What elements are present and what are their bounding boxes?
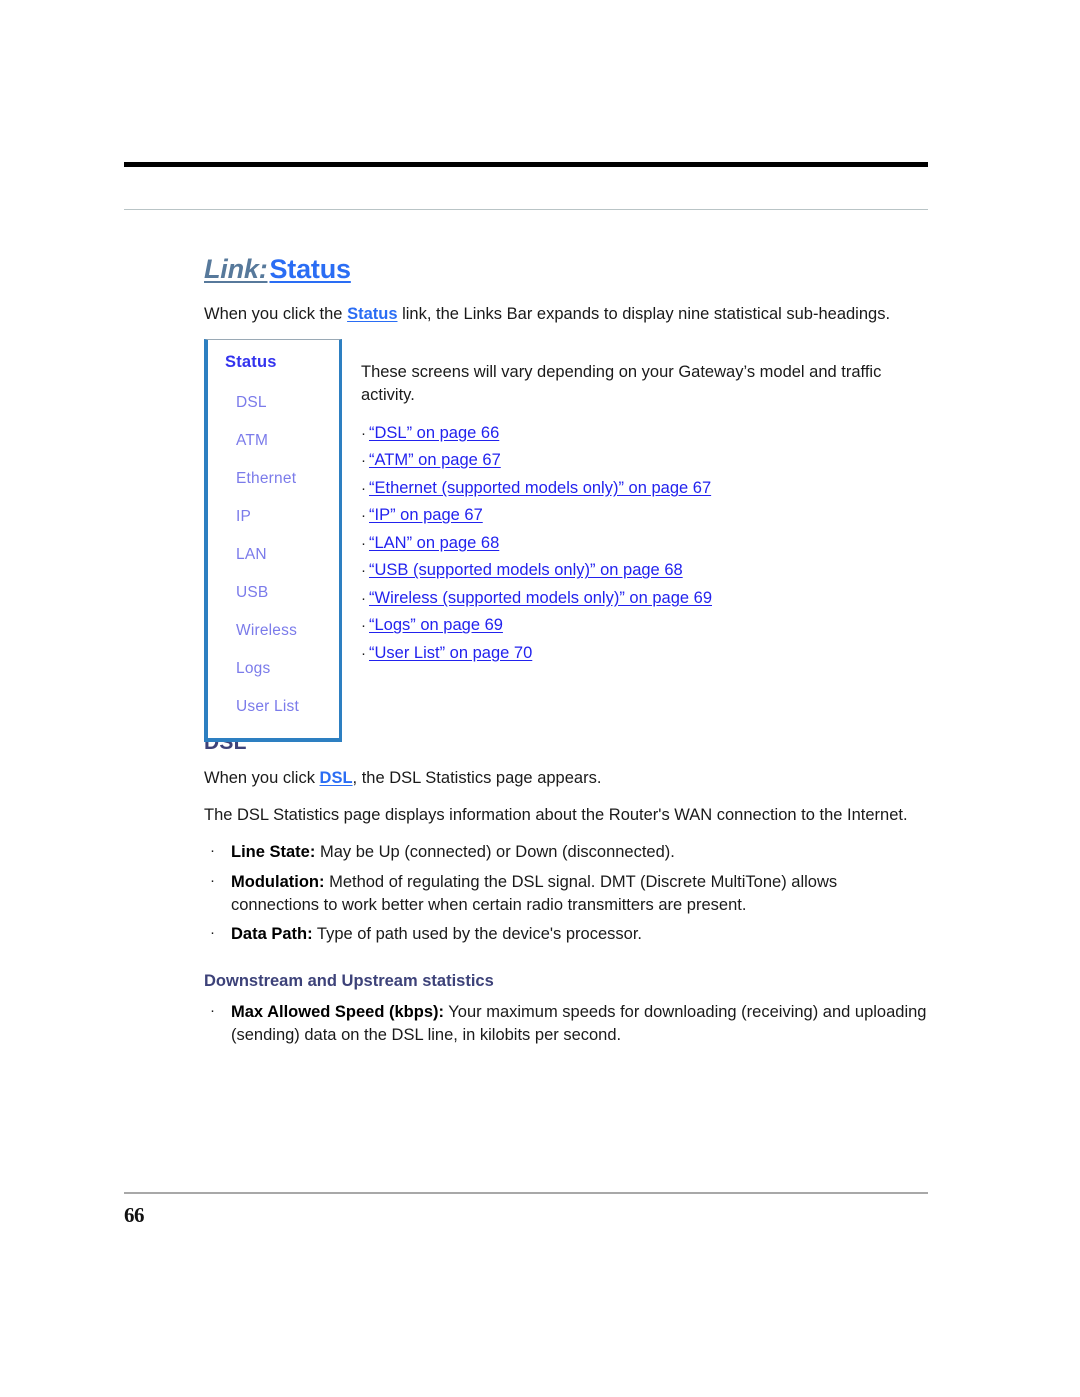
desc-line-state: May be Up (connected) or Down (disconnec… [315,842,675,861]
nav-item-wireless[interactable]: Wireless [208,622,339,640]
list-item: · Max Allowed Speed (kbps): Your maximum … [204,1001,928,1047]
xref-wireless[interactable]: “Wireless (supported models only)” on pa… [369,589,712,607]
nav-item-ip[interactable]: IP [208,508,339,526]
bullet-glyph: · [361,644,366,662]
bullet-glyph: · [361,534,366,552]
list-item: · “DSL” on page 66 [361,425,928,442]
list-item: · “Wireless (supported models only)” on p… [361,590,928,607]
page-title: Link:Status [204,254,928,285]
xref-user-list[interactable]: “User List” on page 70 [369,644,532,662]
bullet-glyph: · [361,507,366,525]
bullet-glyph: · [361,424,366,442]
list-item: · “ATM” on page 67 [361,452,928,469]
nav-side-text: These screens will vary depending on you… [361,339,928,713]
footer-rule [124,1192,928,1194]
xref-atm[interactable]: “ATM” on page 67 [369,451,501,469]
list-item: · “IP” on page 67 [361,507,928,524]
term-modulation: Modulation: [231,872,325,891]
intro-paragraph: When you click the Status link, the Link… [204,303,928,326]
xref-logs[interactable]: “Logs” on page 69 [369,616,503,634]
page-number: 66 [124,1203,145,1227]
status-links-bar: Status DSL ATM Ethernet IP LAN USB Wirel… [204,339,342,743]
list-item: · Line State: May be Up (connected) or Do… [204,841,928,864]
bullet-glyph: · [210,1002,215,1020]
term-data-path: Data Path: [231,925,313,944]
page-title-prefix: Link: [204,254,268,284]
desc-data-path: Type of path used by the device's proces… [312,925,642,944]
status-inline-link[interactable]: Status [347,305,397,323]
dsl-paragraph-1: When you click DSL, the DSL Statistics p… [204,767,928,790]
dsl-para1-before: When you click [204,769,320,788]
bullet-glyph: · [210,841,215,859]
list-item: · “USB (supported models only)” on page 6… [361,562,928,579]
bullet-glyph: · [361,617,366,635]
list-item: · “LAN” on page 68 [361,535,928,552]
nav-item-atm[interactable]: ATM [208,432,339,450]
term-max-allowed-speed: Max Allowed Speed (kbps): [231,1003,445,1022]
nav-item-lan[interactable]: LAN [208,546,339,564]
xref-ethernet[interactable]: “Ethernet (supported models only)” on pa… [369,479,711,497]
xref-dsl[interactable]: “DSL” on page 66 [369,424,499,442]
list-item: · “User List” on page 70 [361,645,928,662]
bullet-glyph: · [210,924,215,942]
dsl-definition-list: · Line State: May be Up (connected) or Do… [204,841,928,946]
intro-text-after: link, the Links Bar expands to display n… [397,304,891,323]
xref-lan[interactable]: “LAN” on page 68 [369,534,499,552]
list-item: · “Ethernet (supported models only)” on p… [361,480,928,497]
header-rule-thick [124,162,928,167]
nav-item-user-list[interactable]: User List [208,698,339,716]
page-title-name: Status [269,254,352,284]
xref-ip[interactable]: “IP” on page 67 [369,506,483,524]
bullet-glyph: · [361,479,366,497]
nav-side-note: These screens will vary depending on you… [361,363,882,405]
list-item: · Modulation: Method of regulating the DS… [204,871,928,917]
subsection-heading-downstream-upstream: Downstream and Upstream statistics [204,972,494,991]
dsl-paragraph-2: The DSL Statistics page displays informa… [204,806,908,825]
bullet-glyph: · [210,871,215,889]
nav-item-logs[interactable]: Logs [208,660,339,678]
dsl-subsection-list: · Max Allowed Speed (kbps): Your maximum … [204,1001,928,1047]
nav-item-dsl[interactable]: DSL [208,394,339,412]
header-rule-thin [124,209,928,210]
status-subheading-links: · “DSL” on page 66 · “ATM” on page 67 · “Et… [361,425,928,662]
intro-text-before: When you click the [204,304,348,323]
page-content: Link:Status When you click the Status li… [204,254,928,1054]
list-item: · Data Path: Type of path used by the dev… [204,923,928,946]
nav-title-status: Status [225,353,277,372]
term-line-state: Line State: [231,842,316,861]
bullet-glyph: · [361,562,366,580]
bullet-glyph: · [361,452,366,470]
list-item: · “Logs” on page 69 [361,617,928,634]
nav-item-usb[interactable]: USB [208,584,339,602]
status-nav-illustration: Status DSL ATM Ethernet IP LAN USB Wirel… [204,339,928,743]
dsl-inline-link[interactable]: DSL [320,769,353,787]
dsl-para1-after: , the DSL Statistics page appears. [352,769,602,788]
bullet-glyph: · [361,589,366,607]
xref-usb[interactable]: “USB (supported models only)” on page 68 [369,561,683,579]
document-page: Link:Status When you click the Status li… [0,0,1080,1397]
nav-item-ethernet[interactable]: Ethernet [208,470,339,488]
